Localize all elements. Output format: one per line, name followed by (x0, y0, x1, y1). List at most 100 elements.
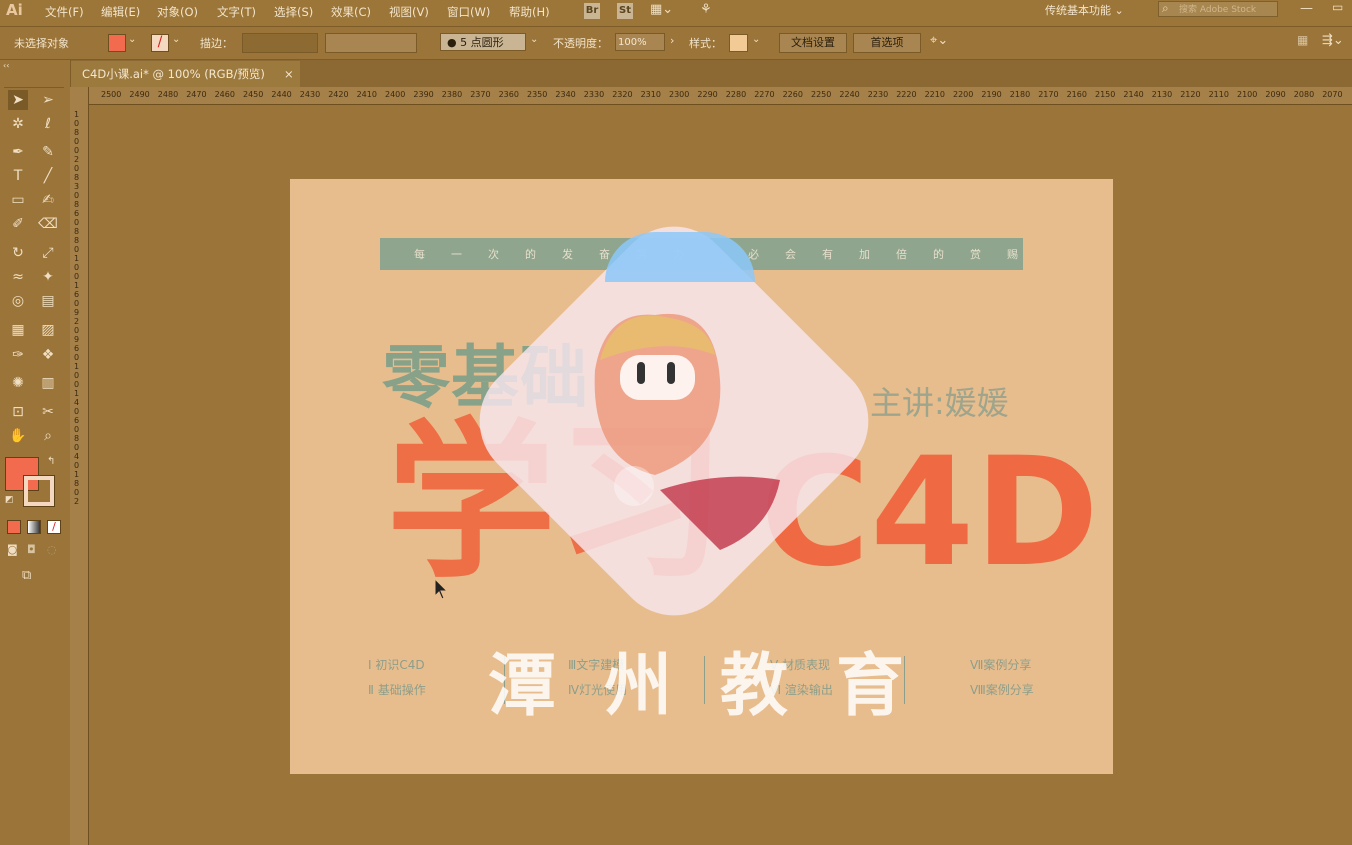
curvature-tool-icon[interactable]: ✎ (38, 142, 58, 162)
gradient-tool-icon[interactable]: ▨ (38, 320, 58, 340)
fill-swatch[interactable] (108, 34, 126, 52)
color-mode-icon[interactable] (7, 520, 21, 534)
chevron-down-icon[interactable]: ⌄ (128, 34, 136, 45)
menu-window[interactable]: 窗口(W) (447, 4, 490, 20)
ruler-label: 2350 (527, 90, 548, 99)
type-tool-icon[interactable]: T (8, 166, 28, 186)
workspace-switcher[interactable]: 传统基本功能 ⌄ (1045, 2, 1124, 18)
hand-tool-icon[interactable]: ✋ (8, 426, 28, 446)
ruler-label: 2280 (725, 90, 747, 99)
chevron-down-icon[interactable]: ⌄ (752, 34, 760, 45)
minimize-button[interactable]: — (1300, 1, 1313, 16)
align-icon[interactable]: ▦ (1297, 33, 1308, 47)
slogan-right: 必会有加倍的赏赐 (748, 248, 1044, 261)
artboard-tool-icon[interactable]: ⊡ (8, 402, 28, 422)
transform-icon[interactable]: ⌖⌄ (930, 33, 948, 48)
ruler-label: 2240 (839, 90, 860, 99)
ruler-label: 2230 (867, 90, 889, 99)
draw-inside-icon[interactable]: ◌ (47, 543, 57, 556)
eraser-icon[interactable]: ⌫ (38, 214, 58, 234)
search-stock-input[interactable]: 搜索 Adobe Stock (1158, 1, 1278, 17)
menu-object[interactable]: 对象(O) (157, 4, 198, 20)
direct-selection-tool-icon[interactable]: ➢ (38, 90, 58, 110)
stroke-label: 描边： (200, 37, 233, 50)
swap-colors-icon[interactable]: ↰ (47, 456, 55, 467)
stroke-weight-input[interactable] (242, 33, 318, 53)
slice-tool-icon[interactable]: ✂ (38, 402, 58, 422)
graph-tool-icon[interactable]: ▥ (38, 373, 58, 393)
course-item: Ⅷ案例分享 (970, 683, 1034, 697)
brush-definition[interactable]: ● 5 点圆形 (440, 33, 526, 51)
shaper-tool-icon[interactable]: ✐ (8, 214, 28, 234)
puppet-warp-icon[interactable]: ✦ (38, 267, 58, 287)
perspective-grid-icon[interactable]: ▤ (38, 291, 58, 311)
draw-normal-icon[interactable]: ◙ (7, 543, 18, 556)
pen-tool-icon[interactable]: ✒ (8, 142, 28, 162)
course-item: Ⅶ案例分享 (970, 658, 1032, 672)
menu-select[interactable]: 选择(S) (274, 4, 313, 20)
eyedropper-icon[interactable]: ✑ (8, 345, 28, 365)
menu-help[interactable]: 帮助(H) (509, 4, 550, 20)
menu-view[interactable]: 视图(V) (389, 4, 429, 20)
bridge-icon[interactable]: Br (584, 3, 600, 19)
variable-width-profile[interactable] (325, 33, 417, 53)
restore-button[interactable]: ▭ (1332, 0, 1343, 14)
preferences-button[interactable]: 首选项 (853, 33, 921, 53)
stock-icon[interactable]: St (617, 3, 633, 19)
ruler-label: 2180 (1009, 90, 1031, 99)
screen-mode-icon[interactable]: ⧉ (22, 568, 31, 583)
selection-tool-icon[interactable]: ➤ (8, 90, 28, 110)
ruler-label: 2330 (583, 90, 605, 99)
ruler-label: 2170 (1038, 90, 1059, 99)
draw-behind-icon[interactable]: ◘ (27, 543, 36, 556)
gpu-performance-icon[interactable]: ⚘ (700, 2, 712, 17)
stroke-swatch[interactable]: / (151, 34, 169, 52)
shape-builder-icon[interactable]: ◎ (8, 291, 28, 311)
menu-effect[interactable]: 效果(C) (331, 4, 371, 20)
stroke-color-swatch[interactable] (23, 475, 55, 507)
width-tool-icon[interactable]: ≈ (8, 267, 28, 287)
watermark-text: 潭州教育 (488, 647, 953, 726)
lasso-icon[interactable]: ℓ (38, 114, 58, 134)
chevron-down-icon[interactable]: ⌄ (530, 34, 538, 45)
chevron-down-icon[interactable]: ⌄ (172, 34, 180, 45)
zoom-tool-icon[interactable]: ⌕ (38, 426, 58, 446)
close-tab-icon[interactable]: × (284, 61, 294, 87)
gradient-mode-icon[interactable] (27, 520, 41, 534)
rotate-tool-icon[interactable]: ↻ (8, 243, 28, 263)
none-mode-icon[interactable]: / (47, 520, 61, 534)
ruler-label: 2470 (186, 90, 207, 99)
panel-menu-icon[interactable]: ⇶⌄ (1322, 33, 1344, 48)
graphic-style-swatch[interactable] (729, 34, 748, 52)
symbol-sprayer-icon[interactable]: ✺ (8, 373, 28, 393)
rectangle-tool-icon[interactable]: ▭ (8, 190, 28, 210)
ruler-label: 2490 (129, 90, 150, 99)
collapse-panel-icon[interactable]: ‹‹ (3, 61, 9, 70)
ruler-label: 2270 (754, 90, 775, 99)
watermark-cap (605, 232, 755, 282)
document-setup-button[interactable]: 文档设置 (779, 33, 847, 53)
watermark-gear-icon (614, 466, 654, 506)
default-colors-icon[interactable]: ◩ (5, 495, 14, 505)
ruler-label: 2460 (214, 90, 235, 99)
ruler-label: 2100 (1237, 90, 1258, 99)
scale-tool-icon[interactable]: ⤢ (38, 243, 58, 263)
ruler-label: 2390 (413, 90, 434, 99)
blend-tool-icon[interactable]: ❖ (38, 345, 58, 365)
menu-edit[interactable]: 编辑(E) (101, 4, 140, 20)
menu-type[interactable]: 文字(T) (217, 4, 256, 20)
line-tool-icon[interactable]: ╱ (38, 166, 58, 186)
ruler-label: 2110 (1208, 90, 1229, 99)
opacity-input[interactable]: 100% (615, 33, 665, 51)
arrange-documents-icon[interactable]: ▦⌄ (650, 2, 673, 17)
document-tab[interactable]: C4D小课.ai* @ 100% (RGB/预览) × (70, 61, 300, 87)
ruler-label: 2300 (669, 90, 690, 99)
menu-file[interactable]: 文件(F) (45, 4, 84, 20)
mesh-tool-icon[interactable]: ▦ (8, 320, 28, 340)
magic-wand-icon[interactable]: ✲ (8, 114, 28, 134)
ruler-label: 2140 (1123, 90, 1144, 99)
watermark-mascot-icon (594, 313, 721, 475)
paintbrush-icon[interactable]: ✍ (38, 190, 58, 210)
chevron-right-icon[interactable]: › (670, 34, 674, 47)
ruler-label: 2420 (328, 90, 349, 99)
